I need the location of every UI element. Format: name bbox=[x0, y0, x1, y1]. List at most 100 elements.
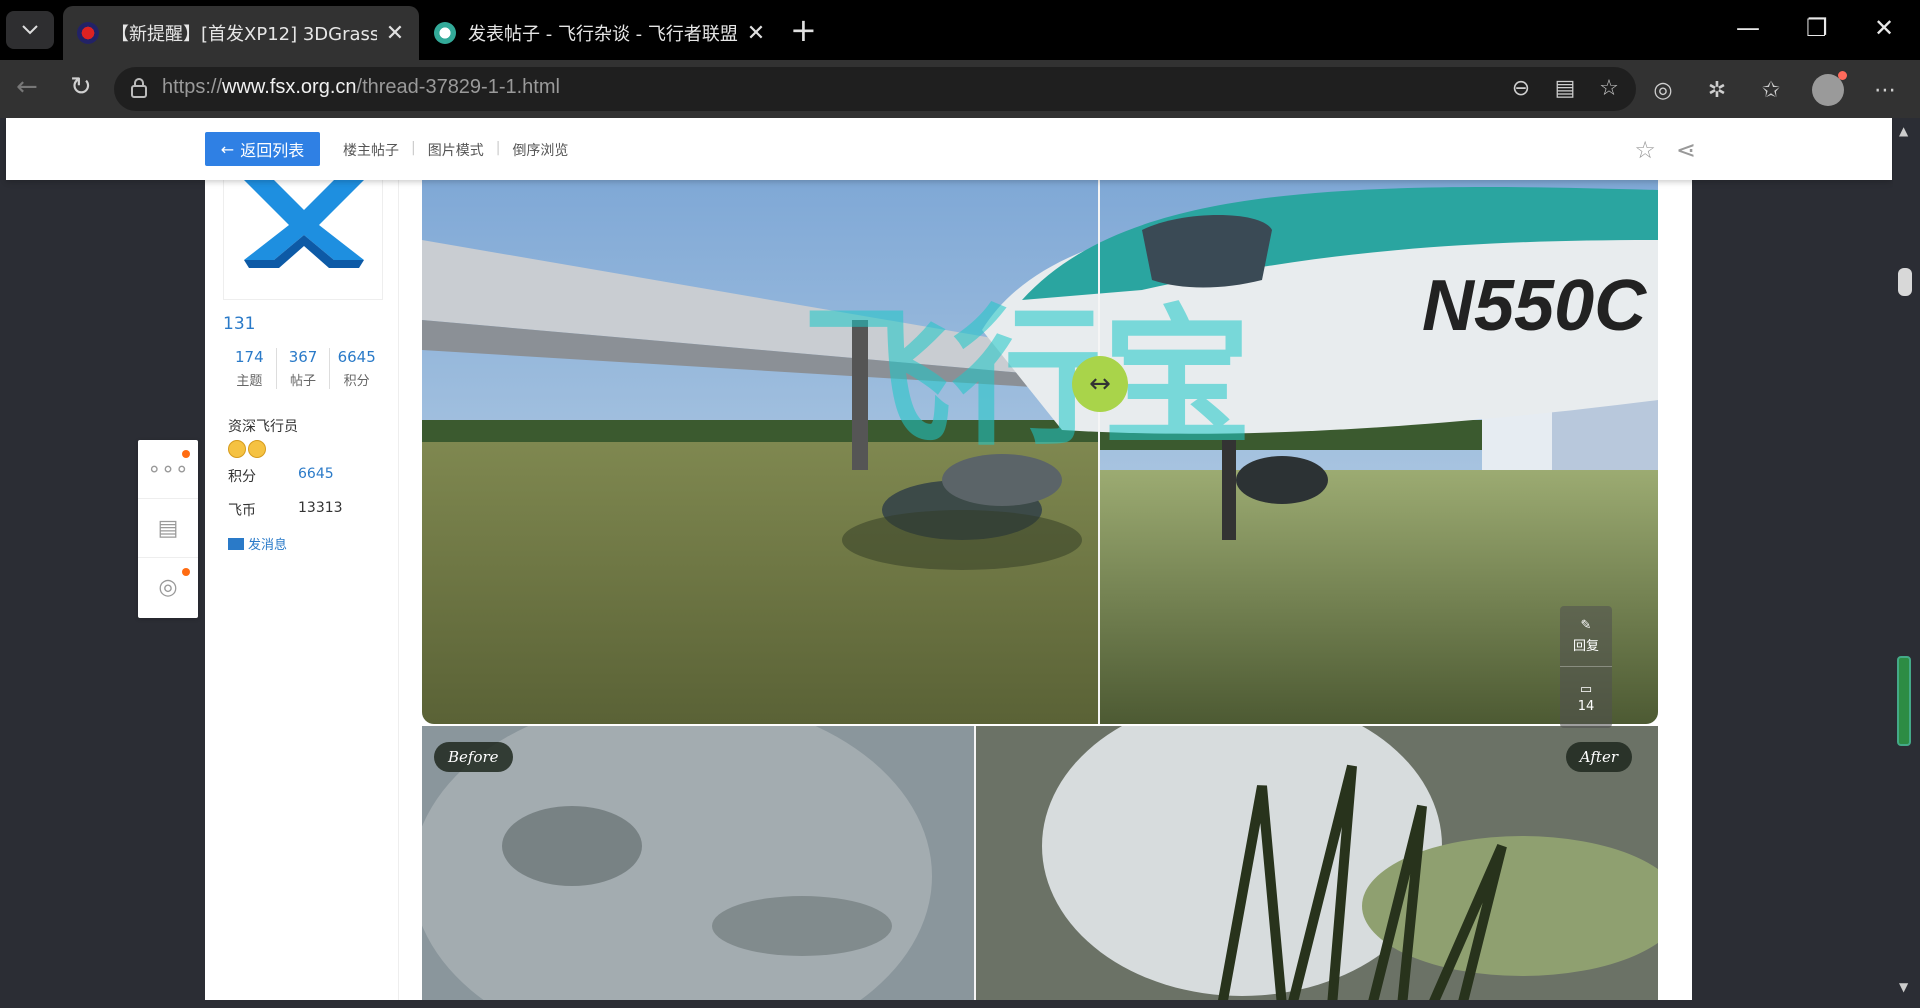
comparison-image-rock[interactable]: Before After bbox=[422, 726, 1658, 1000]
double-arrow-icon: ↔ bbox=[1089, 369, 1111, 399]
chat-icon: ◎ bbox=[158, 575, 178, 600]
rank-medals bbox=[228, 440, 266, 458]
author-uid[interactable]: 131 bbox=[223, 314, 255, 334]
favorite-star-icon[interactable]: ☆ bbox=[1634, 136, 1656, 164]
medal-icon bbox=[228, 440, 246, 458]
close-tab-icon[interactable]: ✕ bbox=[746, 21, 766, 46]
dots-icon: ∘∘∘ bbox=[147, 456, 189, 482]
notification-dot bbox=[182, 568, 190, 576]
document-icon: ▤ bbox=[157, 515, 179, 541]
tab-title: 发表帖子 - 飞行杂谈 - 飞行者联盟 bbox=[468, 24, 738, 45]
address-bar[interactable]: https://www.fsx.org.cn/thread-37829-1-1.… bbox=[114, 67, 1636, 111]
pencil-icon: ✎ bbox=[1580, 618, 1592, 633]
scroll-up-icon[interactable]: ▲ bbox=[1899, 124, 1908, 138]
reader-mode-icon[interactable]: ▤ bbox=[1552, 75, 1578, 101]
plane-grass-comparison: N550C 飞行宝 bbox=[422, 180, 1658, 724]
browser-toolbar: ← ↻ https://www.fsx.org.cn/thread-37829-… bbox=[0, 60, 1920, 118]
watermark-text: 飞行宝 bbox=[802, 292, 1252, 466]
stat-label: 积分 bbox=[343, 374, 370, 389]
back-arrow-icon[interactable]: ← bbox=[16, 72, 38, 102]
tab-title: 【新提醒】[首发XP12] 3DGrass 全 bbox=[111, 24, 377, 45]
tab-3dgrass[interactable]: 【新提醒】[首发XP12] 3DGrass 全 ✕ bbox=[63, 6, 419, 60]
restore-icon[interactable]: ❐ bbox=[1806, 14, 1828, 42]
stat-value: 174 bbox=[235, 348, 264, 366]
tab-actions-menu-button[interactable] bbox=[6, 11, 54, 49]
thread-view-links: 楼主帖子 | 图片模式 | 倒序浏览 bbox=[343, 140, 568, 160]
sidebar-indicator[interactable] bbox=[1897, 656, 1911, 746]
rock-grass-comparison bbox=[422, 726, 1658, 1000]
separator: | bbox=[411, 140, 416, 156]
after-badge: After bbox=[1565, 742, 1632, 772]
points-value[interactable]: 6645 bbox=[298, 466, 334, 482]
url-scheme: https:// bbox=[162, 76, 223, 98]
comparison-divider[interactable] bbox=[974, 726, 976, 1000]
coins-value: 13313 bbox=[298, 500, 343, 516]
arrow-left-icon: ← bbox=[220, 139, 235, 159]
reply-button[interactable]: ✎ 回复 bbox=[1560, 606, 1612, 667]
comparison-divider[interactable] bbox=[1098, 180, 1100, 724]
author-profile: 131 174 主题 367 帖子 6645 积分 资深飞行员 积分 6645 飞币 13… bbox=[205, 180, 399, 1000]
tab-bar: 【新提醒】[首发XP12] 3DGrass 全 ✕ 发表帖子 - 飞行杂谈 - … bbox=[0, 0, 1920, 60]
minimize-icon[interactable]: — bbox=[1736, 14, 1760, 42]
site-favicon-icon bbox=[77, 22, 99, 44]
stat-threads[interactable]: 174 主题 bbox=[223, 348, 277, 389]
author-rank: 资深飞行员 bbox=[228, 419, 298, 435]
before-badge: Before bbox=[434, 742, 513, 772]
favorite-star-icon[interactable]: ☆ bbox=[1596, 75, 1622, 101]
author-avatar[interactable] bbox=[223, 180, 383, 300]
notes-button[interactable]: ▤ bbox=[138, 499, 198, 558]
share-icon[interactable]: ⋖ bbox=[1676, 136, 1696, 164]
author-stats: 174 主题 367 帖子 6645 积分 bbox=[223, 348, 383, 389]
scroll-down-icon[interactable]: ▼ bbox=[1899, 980, 1908, 994]
notification-dot bbox=[182, 450, 190, 458]
coins-label: 飞币 bbox=[228, 503, 256, 519]
notification-dot bbox=[1838, 71, 1847, 80]
chat-button[interactable]: ◎ bbox=[138, 558, 198, 617]
profile-avatar[interactable] bbox=[1812, 71, 1847, 106]
points-label: 积分 bbox=[228, 469, 256, 485]
stat-value: 367 bbox=[288, 348, 318, 366]
scrollbar-thumb[interactable] bbox=[1898, 268, 1912, 296]
tab-post-new[interactable]: 发表帖子 - 飞行杂谈 - 飞行者联盟 ✕ bbox=[420, 6, 780, 60]
comment-count: 14 bbox=[1577, 698, 1595, 714]
favorites-icon[interactable]: ✩ bbox=[1758, 77, 1784, 103]
stat-posts[interactable]: 367 帖子 bbox=[277, 348, 331, 389]
url-path: /thread-37829-1-1.html bbox=[356, 76, 560, 98]
extensions-icon[interactable]: ✲ bbox=[1704, 77, 1730, 103]
comments-button[interactable]: ▭ 14 bbox=[1560, 667, 1612, 728]
send-message-label: 发消息 bbox=[248, 538, 288, 553]
comparison-image-plane[interactable]: N550C 飞行宝 ↔ bbox=[422, 180, 1658, 724]
image-mode-link[interactable]: 图片模式 bbox=[428, 140, 484, 160]
web-page: 131 174 主题 367 帖子 6645 积分 资深飞行员 积分 6645 飞币 13… bbox=[0, 118, 1920, 1000]
browser-essentials-icon[interactable]: ◎ bbox=[1650, 77, 1676, 103]
thread-toolbar: ← 返回列表 楼主帖子 | 图片模式 | 倒序浏览 ☆ ⋖ bbox=[6, 118, 1892, 180]
stat-points[interactable]: 6645 积分 bbox=[330, 348, 383, 389]
close-tab-icon[interactable]: ✕ bbox=[385, 21, 405, 46]
reply-label: 回复 bbox=[1572, 639, 1599, 654]
comparison-slider-handle[interactable]: ↔ bbox=[1072, 356, 1128, 412]
url-text: https://www.fsx.org.cn/thread-37829-1-1.… bbox=[162, 76, 560, 99]
zoom-icon[interactable]: ⊖ bbox=[1508, 75, 1534, 101]
url-host: www.fsx.org.cn bbox=[222, 76, 357, 98]
mail-icon bbox=[228, 537, 244, 550]
reload-icon[interactable]: ↻ bbox=[70, 72, 92, 102]
stat-value: 6645 bbox=[337, 348, 376, 366]
back-to-list-button[interactable]: ← 返回列表 bbox=[205, 132, 320, 166]
new-tab-button[interactable]: + bbox=[790, 14, 817, 46]
close-window-icon[interactable]: ✕ bbox=[1874, 14, 1894, 42]
comment-icon: ▭ bbox=[1579, 681, 1593, 697]
coins-row: 飞币 13313 bbox=[228, 500, 343, 520]
medal-icon bbox=[248, 440, 266, 458]
send-message-link[interactable]: 发消息 bbox=[228, 534, 287, 553]
floating-quick-panel: ∘∘∘ ▤ ◎ bbox=[138, 440, 198, 618]
tail-number-text: N550C bbox=[1422, 266, 1647, 346]
lock-icon[interactable] bbox=[130, 78, 148, 98]
page-scrollbar[interactable]: ▲ ▼ bbox=[1893, 118, 1920, 1000]
author-only-link[interactable]: 楼主帖子 bbox=[343, 140, 399, 160]
reverse-order-link[interactable]: 倒序浏览 bbox=[512, 140, 568, 160]
more-dots-button[interactable]: ∘∘∘ bbox=[138, 440, 198, 499]
points-row: 积分 6645 bbox=[228, 466, 334, 486]
more-options-icon[interactable]: ⋯ bbox=[1872, 77, 1898, 103]
x-logo-icon bbox=[244, 180, 364, 268]
separator: | bbox=[495, 140, 501, 156]
